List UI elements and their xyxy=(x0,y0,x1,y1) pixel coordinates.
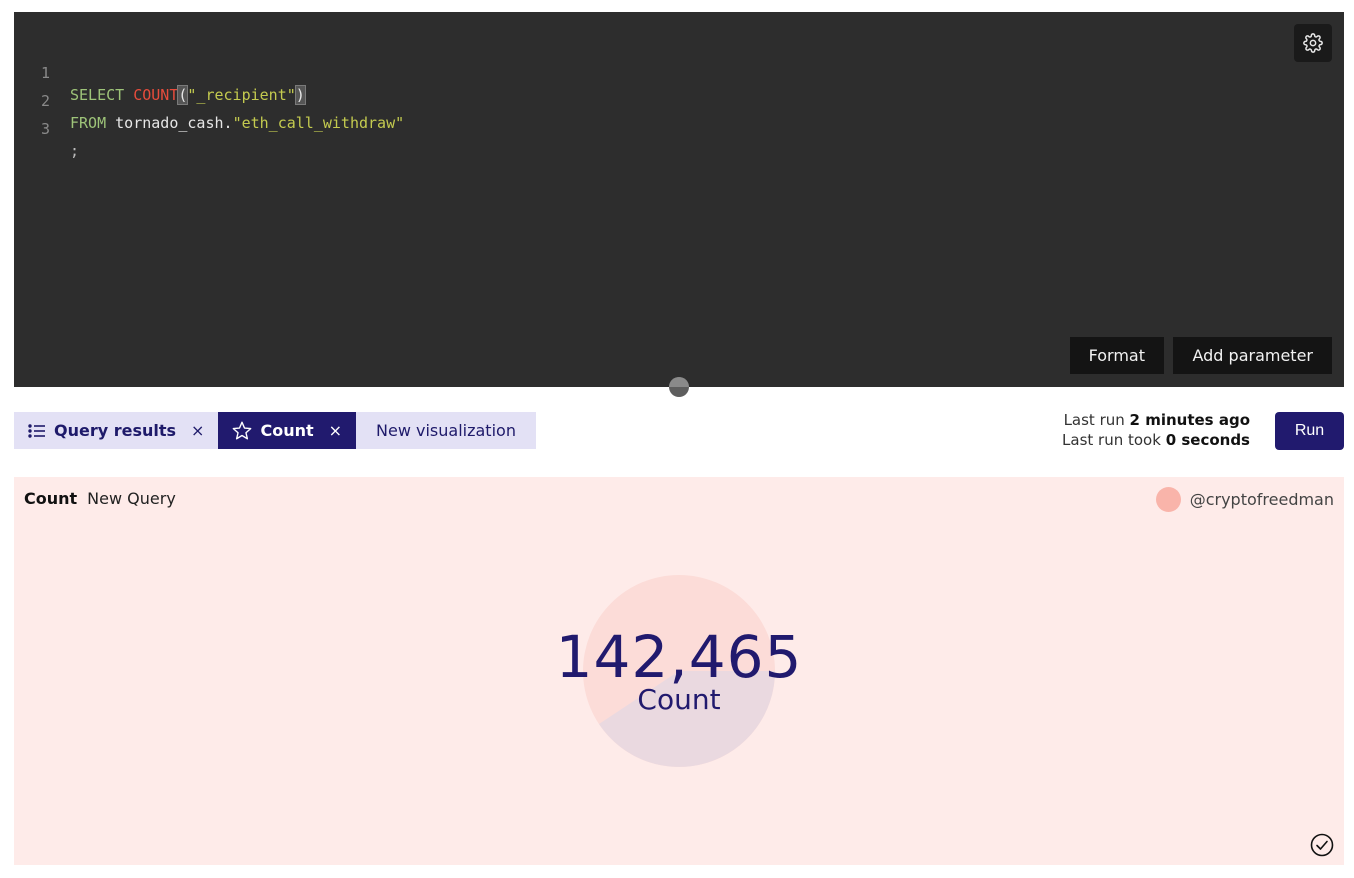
counter-label: Count xyxy=(637,683,721,716)
code-lines[interactable]: 1 SELECT COUNT("_recipient") 2 FROM torn… xyxy=(14,40,1344,160)
tab-count[interactable]: Count × xyxy=(218,412,357,449)
query-name[interactable]: New Query xyxy=(87,489,176,508)
visualization-tabs: Query results × Count × New visualizatio… xyxy=(14,412,536,449)
code-line-1[interactable]: 1 SELECT COUNT("_recipient") xyxy=(14,40,1344,105)
star-icon xyxy=(232,421,252,440)
close-icon[interactable]: × xyxy=(191,421,204,440)
tab-new-visualization[interactable]: New visualization xyxy=(356,412,536,449)
line-number: 3 xyxy=(40,120,50,138)
run-button[interactable]: Run xyxy=(1275,412,1344,450)
visualization-title: Count New Query xyxy=(24,489,176,508)
tab-label: New visualization xyxy=(376,421,516,440)
last-run-value: 2 minutes ago xyxy=(1129,411,1250,429)
close-icon[interactable]: × xyxy=(329,421,342,440)
code-line-2[interactable]: 2 FROM tornado_cash."eth_call_withdraw" xyxy=(14,68,1344,132)
author-name: @cryptofreedman xyxy=(1189,490,1334,509)
resize-handle-top xyxy=(669,377,689,387)
punctuation-token: ; xyxy=(70,142,80,160)
gear-icon xyxy=(1303,33,1323,53)
format-button[interactable]: Format xyxy=(1069,337,1164,374)
check-circle-icon[interactable] xyxy=(1310,833,1334,857)
list-icon xyxy=(28,423,46,439)
counter-value: 142,465 xyxy=(555,623,803,691)
tab-query-results[interactable]: Query results × xyxy=(14,412,219,449)
code-line-3[interactable]: 3 ; xyxy=(14,96,1344,160)
visualization-panel: Count New Query @cryptofreedman 142,465 C… xyxy=(14,477,1344,865)
author[interactable]: @cryptofreedman xyxy=(1155,487,1334,512)
last-run-info: Last run 2 minutes ago Last run took 0 s… xyxy=(1062,410,1250,450)
last-run-line: Last run 2 minutes ago xyxy=(1062,410,1250,430)
last-run-took-line: Last run took 0 seconds xyxy=(1062,430,1250,450)
editor-settings-button[interactable] xyxy=(1294,24,1332,62)
sql-editor[interactable]: 1 SELECT COUNT("_recipient") 2 FROM torn… xyxy=(14,12,1344,387)
editor-resize-handle[interactable] xyxy=(669,377,689,397)
visualization-name: Count xyxy=(24,489,78,508)
avatar xyxy=(1155,487,1181,512)
last-run-took-value: 0 seconds xyxy=(1165,431,1250,449)
last-run-took-prefix: Last run took xyxy=(1062,431,1161,449)
add-parameter-button[interactable]: Add parameter xyxy=(1173,337,1332,374)
tab-label: Query results xyxy=(54,421,177,440)
tab-label: Count xyxy=(260,421,314,440)
last-run-prefix: Last run xyxy=(1063,411,1125,429)
